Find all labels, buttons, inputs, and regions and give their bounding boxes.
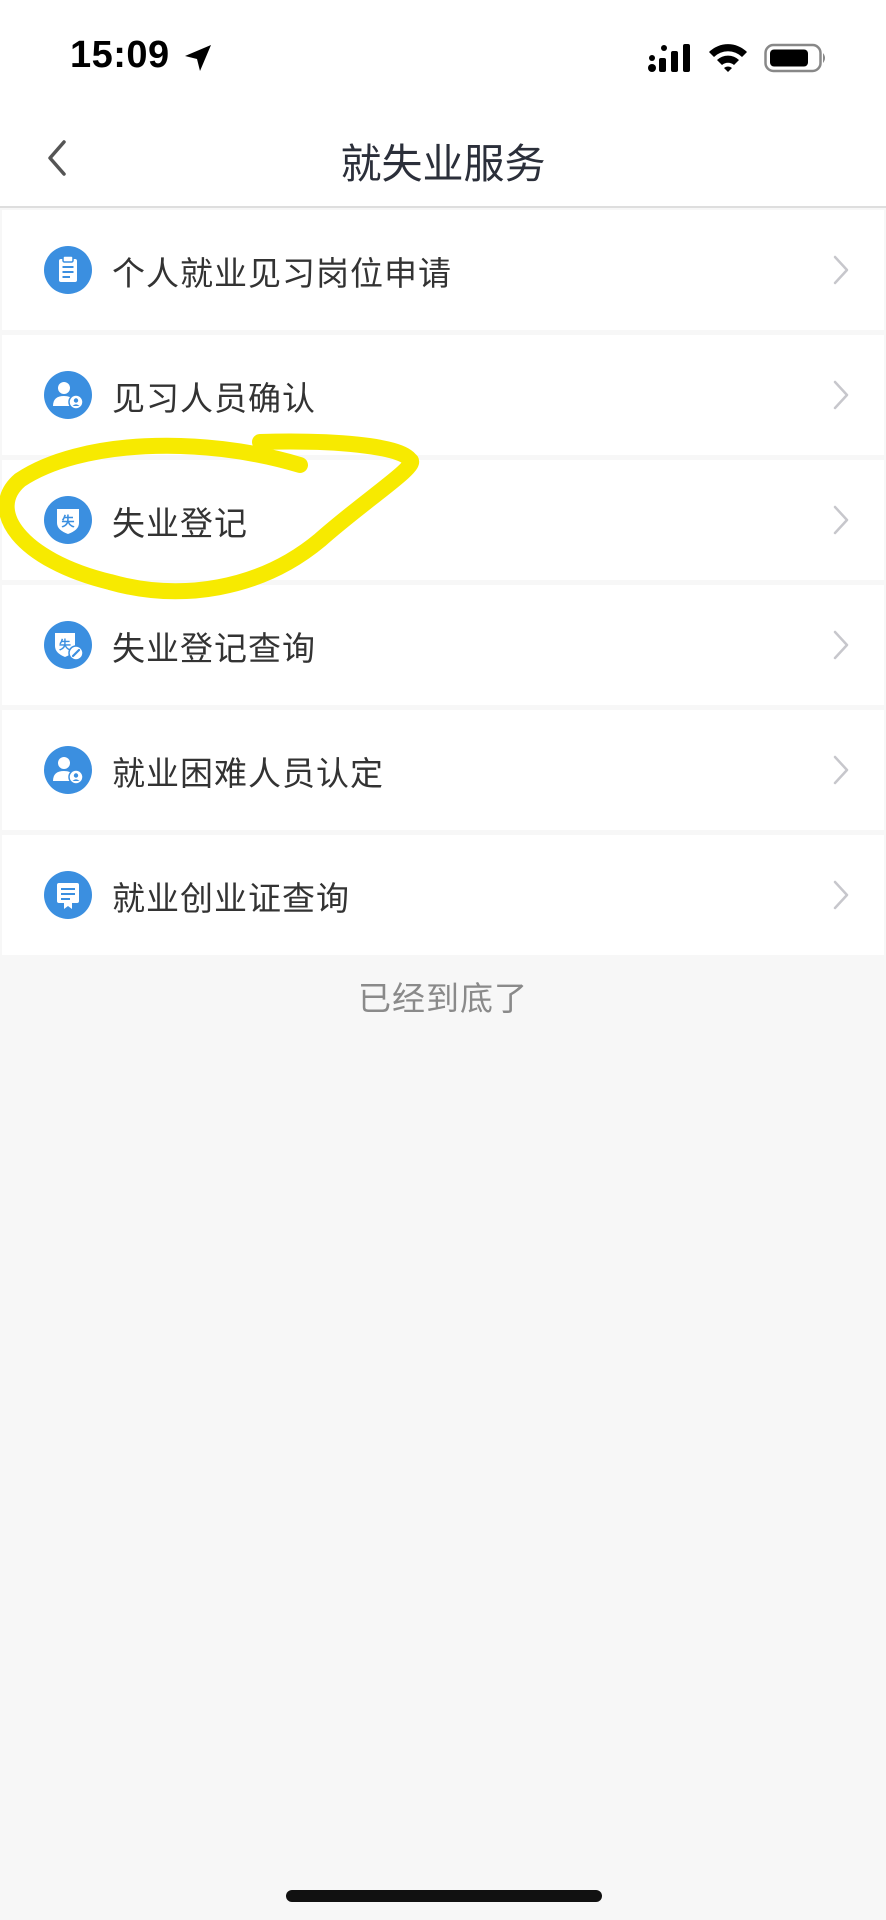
list-item-employment-difficulty-certification[interactable]: 就业困难人员认定 bbox=[2, 710, 884, 830]
clipboard-icon bbox=[44, 246, 92, 294]
battery-icon bbox=[764, 43, 825, 73]
cellular-signal-icon bbox=[648, 44, 690, 72]
list-item-employment-certificate-query[interactable]: 就业创业证查询 bbox=[2, 835, 884, 955]
unemployment-search-icon: 失 bbox=[44, 621, 92, 669]
list-item-label: 个人就业见习岗位申请 bbox=[112, 254, 452, 293]
list-item-unemployment-registration-query[interactable]: 失 失业登记查询 bbox=[2, 585, 884, 705]
list-item-label: 见习人员确认 bbox=[112, 379, 316, 418]
svg-text:失: 失 bbox=[61, 514, 75, 530]
person-badge-icon bbox=[44, 746, 92, 794]
home-indicator[interactable] bbox=[286, 1890, 602, 1902]
chevron-right-icon bbox=[833, 255, 849, 285]
screen: 15:09 就失业服务 个人就业见习岗位申请 见习人员确认 失 失业登记 失 失… bbox=[0, 0, 886, 1920]
chevron-right-icon bbox=[833, 755, 849, 785]
chevron-right-icon bbox=[833, 380, 849, 410]
list-item-unemployment-registration[interactable]: 失 失业登记 bbox=[2, 460, 884, 580]
chevron-right-icon bbox=[833, 880, 849, 910]
certificate-icon bbox=[44, 871, 92, 919]
chevron-right-icon bbox=[833, 630, 849, 660]
list-item-internship-application[interactable]: 个人就业见习岗位申请 bbox=[2, 210, 884, 330]
list-item-label: 失业登记 bbox=[112, 504, 248, 543]
location-arrow-icon bbox=[185, 45, 211, 71]
unemployment-shield-icon: 失 bbox=[44, 496, 92, 544]
list-item-label: 就业创业证查询 bbox=[112, 879, 350, 918]
chevron-right-icon bbox=[833, 505, 849, 535]
end-of-list-text: 已经到底了 bbox=[358, 979, 528, 1018]
wifi-icon bbox=[709, 44, 747, 72]
status-bar: 15:09 bbox=[0, 0, 886, 108]
service-list: 个人就业见习岗位申请 见习人员确认 失 失业登记 失 失业登记查询 就业困难人员… bbox=[0, 210, 886, 960]
page-title: 就失业服务 bbox=[340, 140, 546, 188]
list-item-intern-confirmation[interactable]: 见习人员确认 bbox=[2, 335, 884, 455]
list-item-label: 就业困难人员认定 bbox=[112, 754, 384, 793]
list-item-label: 失业登记查询 bbox=[112, 629, 316, 668]
nav-bar: 就失业服务 bbox=[0, 108, 886, 208]
person-badge-icon bbox=[44, 371, 92, 419]
status-time: 15:09 bbox=[70, 34, 170, 76]
